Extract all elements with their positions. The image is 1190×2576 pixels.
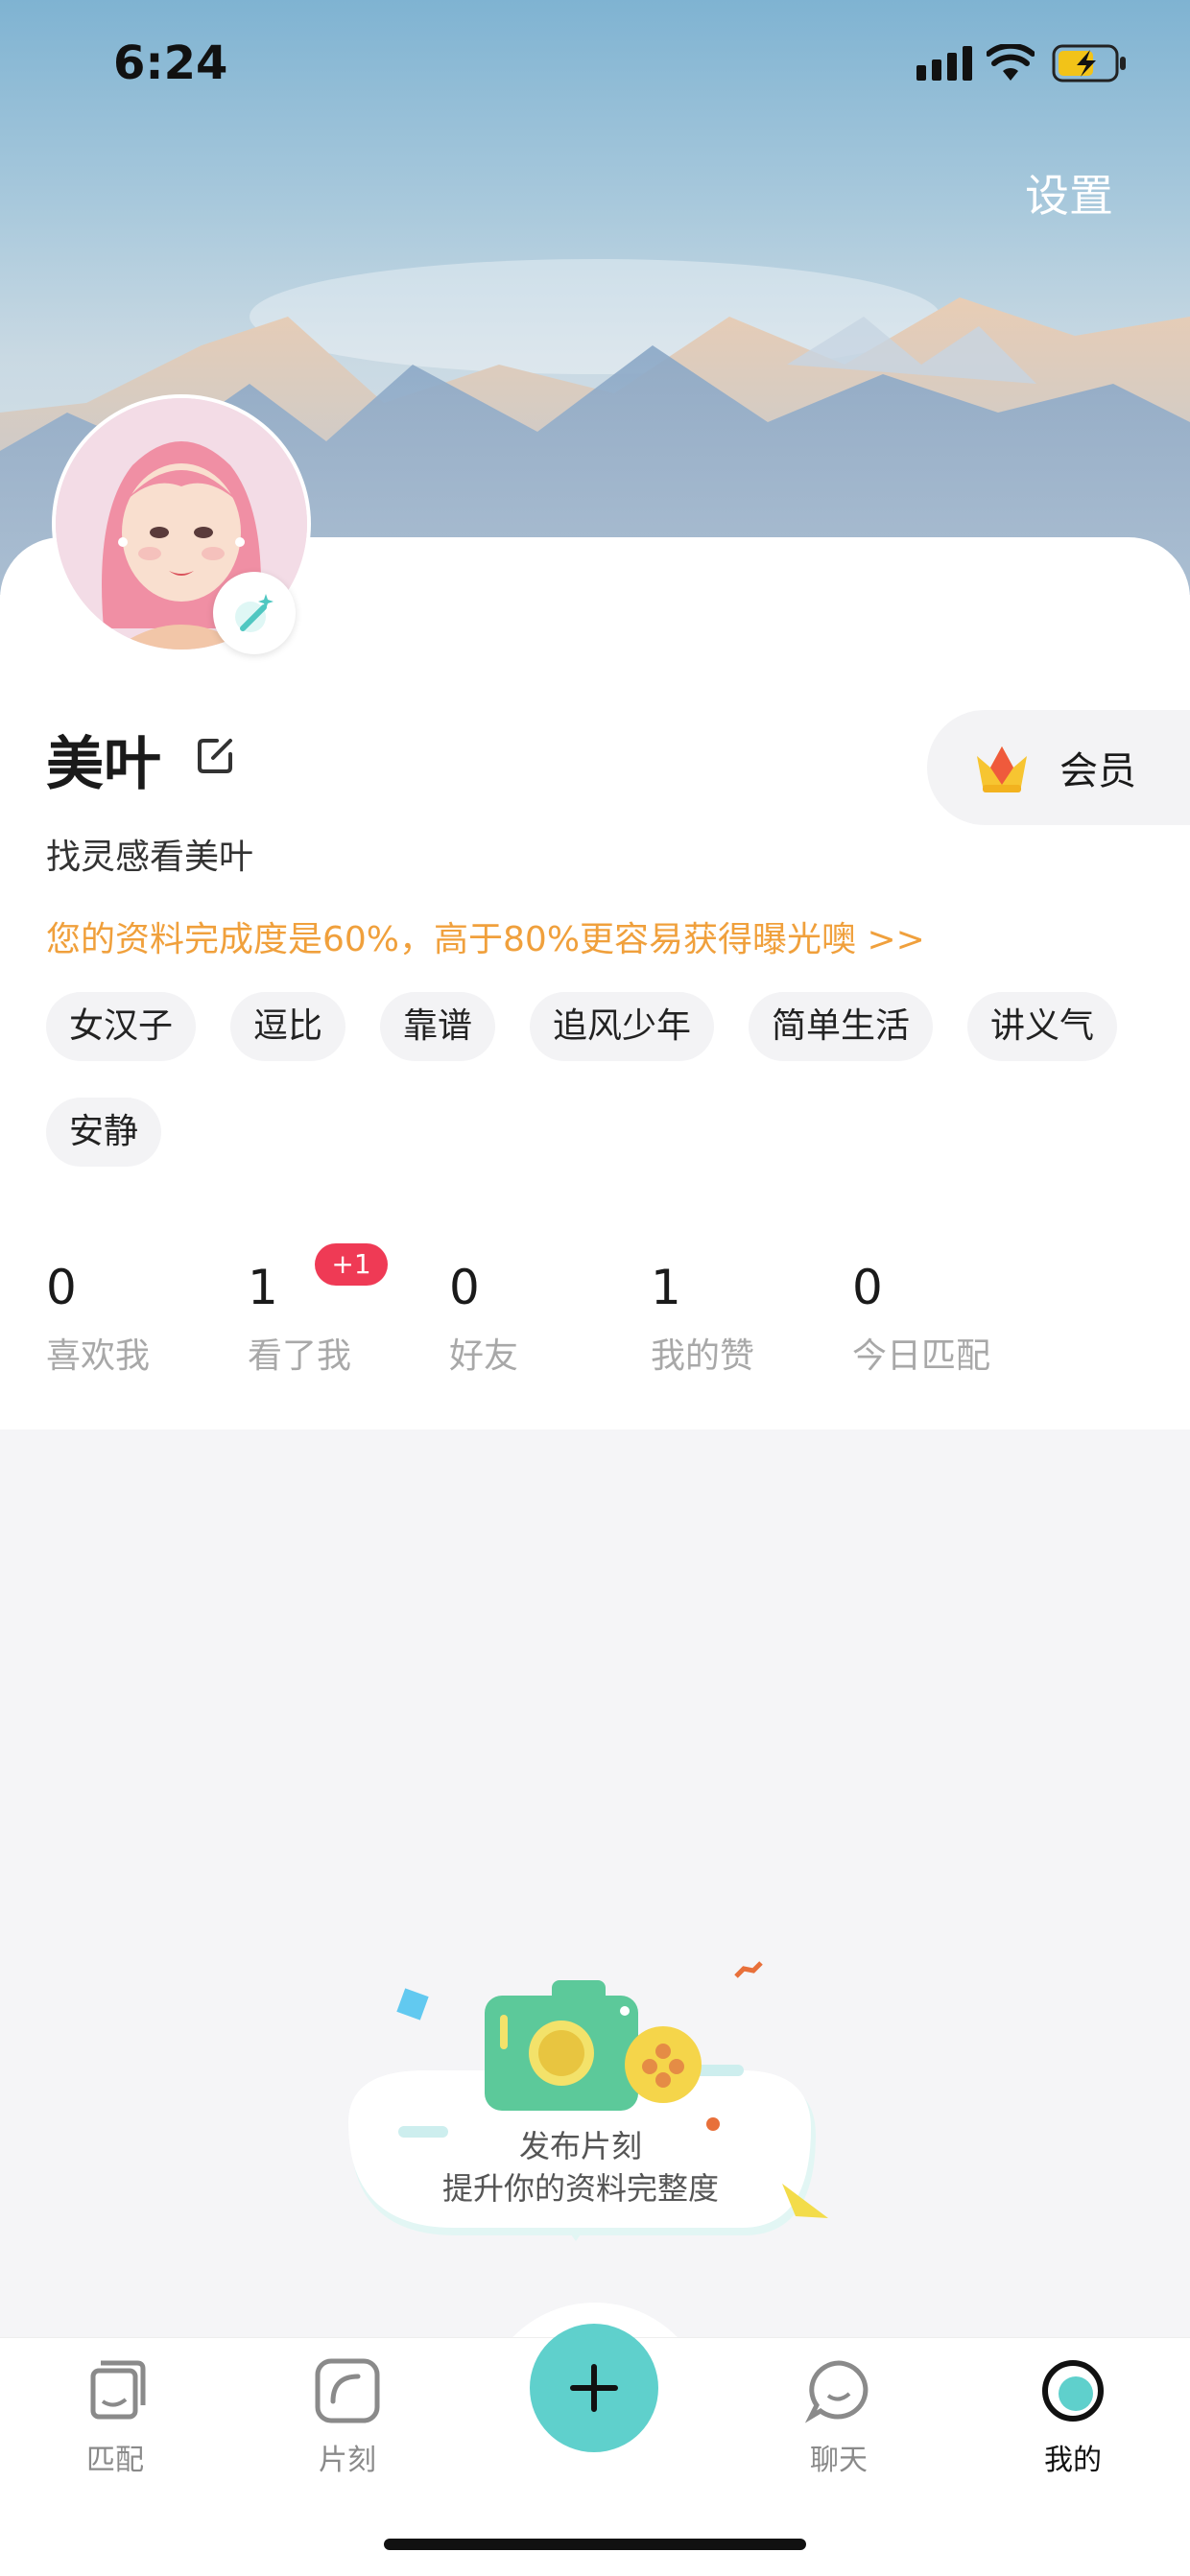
tag-item[interactable]: 女汉子 <box>46 992 197 1061</box>
profile-completion-link[interactable]: 您的资料完成度是60%，高于80%更容易获得曝光噢 >> <box>46 911 925 961</box>
tag-item[interactable]: 简单生活 <box>749 992 934 1061</box>
tag-item[interactable]: 追风少年 <box>530 992 715 1061</box>
stat-today-matches[interactable]: 0 今日匹配 <box>852 1259 1044 1378</box>
stat-value: 1 <box>651 1260 681 1315</box>
stat-value: 0 <box>852 1260 883 1315</box>
home-indicator <box>384 2539 806 2550</box>
tab-me[interactable]: 我的 <box>1006 2357 1140 2478</box>
cards-icon <box>90 2360 146 2420</box>
stat-label: 喜欢我 <box>46 1336 151 1376</box>
status-bar: 6:24 <box>0 0 1190 125</box>
chat-bubble-icon <box>804 2360 869 2423</box>
plus-icon <box>570 2364 618 2412</box>
tab-match[interactable]: 匹配 <box>48 2357 182 2478</box>
vip-button[interactable]: 会员 <box>927 710 1190 825</box>
tag-item[interactable]: 安静 <box>46 1098 162 1167</box>
signal-icon <box>916 46 972 81</box>
stat-value: 0 <box>449 1260 480 1315</box>
stat-label: 我的赞 <box>651 1336 755 1376</box>
camera-illustration <box>348 1961 828 2241</box>
tag-item[interactable]: 逗比 <box>230 992 346 1061</box>
tab-label: 片刻 <box>319 2444 376 2477</box>
moment-icon <box>315 2358 380 2423</box>
create-post-button[interactable] <box>530 2324 658 2452</box>
post-moment-subtitle: 提升你的资料完整度 <box>441 2170 719 2207</box>
tag-item[interactable]: 靠谱 <box>380 992 496 1061</box>
stat-label: 今日匹配 <box>852 1336 991 1376</box>
tag-item[interactable]: 讲义气 <box>967 992 1118 1061</box>
post-moment-title: 发布片刻 <box>518 2128 642 2164</box>
battery-icon <box>1052 44 1126 83</box>
stat-likes-me[interactable]: 0 喜欢我 <box>46 1259 238 1378</box>
stat-my-likes[interactable]: 1 我的赞 <box>651 1259 843 1378</box>
vip-label: 会员 <box>1059 749 1136 793</box>
stat-friends[interactable]: 0 好友 <box>449 1259 641 1378</box>
profile-bio: 找灵感看美叶 <box>46 838 254 877</box>
magic-wand-icon <box>235 594 274 632</box>
stat-label: 看了我 <box>248 1336 352 1376</box>
stats-row: 0 喜欢我 1 看了我 +1 0 好友 1 我的赞 0 今日匹配 <box>46 1243 1150 1383</box>
crown-icon <box>977 746 1027 792</box>
profile-name: 美叶 <box>46 731 161 798</box>
edit-name-icon[interactable] <box>192 729 242 779</box>
stat-label: 好友 <box>449 1336 519 1376</box>
tab-chat[interactable]: 聊天 <box>772 2357 906 2478</box>
stat-value: 0 <box>46 1260 77 1315</box>
profile-circle-icon <box>1042 2360 1104 2422</box>
avatar-magic-edit-button[interactable] <box>213 572 296 654</box>
tab-label: 我的 <box>1044 2444 1102 2477</box>
post-moment-prompt[interactable]: 发布片刻 提升你的资料完整度 <box>341 1957 840 2274</box>
wifi-icon <box>987 44 1035 81</box>
stat-viewed-me[interactable]: 1 看了我 +1 <box>248 1243 478 1378</box>
new-count-badge: +1 <box>315 1243 388 1286</box>
tab-label: 匹配 <box>86 2444 144 2477</box>
tab-label: 聊天 <box>810 2444 868 2477</box>
status-time: 6:24 <box>113 36 228 90</box>
settings-button[interactable]: 设置 <box>1025 161 1113 225</box>
tab-moments[interactable]: 片刻 <box>280 2357 415 2478</box>
